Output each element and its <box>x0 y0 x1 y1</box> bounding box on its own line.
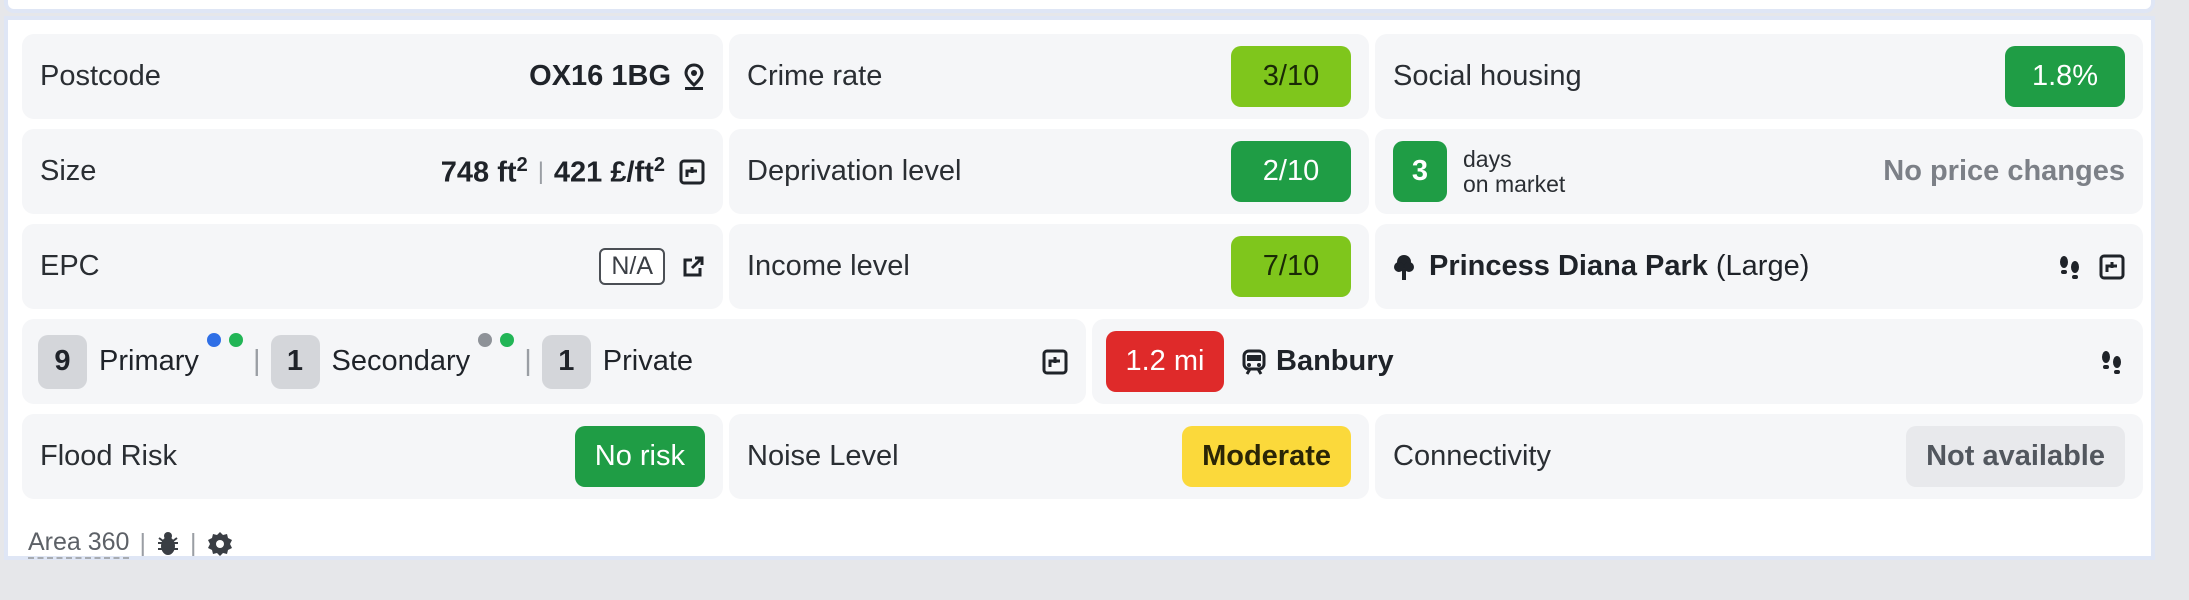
size-card: Size 748 ft2 | 421 £/ft2 <box>22 129 723 214</box>
private-schools-label: Private <box>602 345 694 377</box>
secondary-schools-label: Secondary <box>331 345 471 377</box>
flood-risk-card: Flood Risk No risk <box>22 414 723 499</box>
secondary-dots <box>478 333 515 378</box>
footsteps-icon[interactable] <box>2099 349 2125 375</box>
income-label: Income level <box>747 250 910 282</box>
secondary-schools-count: 1 <box>270 334 320 389</box>
dot-green <box>500 333 515 347</box>
school-separator: | <box>524 345 532 377</box>
connectivity-badge: Not available <box>1906 426 2125 487</box>
area-info-panel: Postcode OX16 1BG Crime rate 3/10 Social… <box>4 16 2155 560</box>
crime-rate-card: Crime rate 3/10 <box>729 34 1369 119</box>
flood-risk-badge: No risk <box>574 426 705 487</box>
park-name: Princess Diana Park <box>1429 250 1708 282</box>
tree-icon <box>1393 253 1415 281</box>
schools-card: 9 Primary | 1 Secondary | 1 Private <box>22 319 1086 404</box>
noise-level-card: Noise Level Moderate <box>729 414 1369 499</box>
floorplan-icon[interactable] <box>2099 254 2125 280</box>
crime-rate-badge: 3/10 <box>1231 46 1351 107</box>
size-price-per-sqft: 421 £/ft2 <box>553 153 665 189</box>
panel-footer: Area 360 | | <box>28 528 234 559</box>
primary-dots <box>206 333 243 378</box>
park-card: Princess Diana Park (Large) <box>1375 224 2143 309</box>
floorplan-icon[interactable] <box>679 159 705 185</box>
primary-schools-label: Primary <box>99 345 199 377</box>
connectivity-label: Connectivity <box>1393 440 1551 472</box>
footer-separator: | <box>139 529 146 557</box>
deprivation-badge: 2/10 <box>1231 141 1351 202</box>
private-schools-count: 1 <box>541 334 591 389</box>
dot-blue <box>206 333 221 347</box>
footsteps-icon[interactable] <box>2057 254 2083 280</box>
noise-level-badge: Moderate <box>1182 426 1351 487</box>
primary-schools-count: 9 <box>38 334 87 389</box>
connectivity-card: Connectivity Not available <box>1375 414 2143 499</box>
dot-grey <box>478 333 493 347</box>
flood-risk-label: Flood Risk <box>40 440 177 472</box>
bug-icon[interactable] <box>156 531 180 557</box>
epc-rating-badge: N/A <box>599 248 665 285</box>
social-housing-card: Social housing 1.8% <box>1375 34 2143 119</box>
park-size: (Large) <box>1715 250 1810 282</box>
days-on-market-badge: 3 <box>1393 141 1447 202</box>
size-label: Size <box>40 155 97 187</box>
income-card: Income level 7/10 <box>729 224 1369 309</box>
size-area: 748 ft2 <box>440 153 528 189</box>
dot-green <box>228 333 243 347</box>
epc-card: EPC N/A <box>22 224 723 309</box>
postcode-value: OX16 1BG <box>529 60 671 92</box>
external-link-icon[interactable] <box>681 255 705 279</box>
deprivation-card: Deprivation level 2/10 <box>729 129 1369 214</box>
size-separator: | <box>537 157 544 185</box>
footer-separator: | <box>189 529 197 557</box>
days-on-market-text: days on market <box>1463 145 1566 197</box>
postcode-card: Postcode OX16 1BG <box>22 34 723 119</box>
crime-rate-label: Crime rate <box>747 60 883 92</box>
station-distance-badge: 1.2 mi <box>1106 331 1224 392</box>
gear-icon[interactable] <box>206 530 234 558</box>
area-360-link[interactable]: Area 360 <box>28 528 130 559</box>
train-icon <box>1242 349 1266 375</box>
postcode-label: Postcode <box>40 60 161 92</box>
floorplan-icon[interactable] <box>1042 349 1068 375</box>
school-separator: | <box>252 345 261 377</box>
income-badge: 7/10 <box>1231 236 1351 297</box>
market-card: 3 days on market No price changes <box>1375 129 2143 214</box>
station-card: 1.2 mi Banbury <box>1092 319 2143 404</box>
epc-label: EPC <box>40 250 100 282</box>
social-housing-label: Social housing <box>1393 60 1582 92</box>
price-changes-status: No price changes <box>1883 155 2125 187</box>
noise-level-label: Noise Level <box>747 440 899 472</box>
deprivation-label: Deprivation level <box>747 155 962 187</box>
social-housing-badge: 1.8% <box>2005 46 2125 107</box>
map-pin-icon[interactable] <box>683 62 705 91</box>
station-name: Banbury <box>1276 345 1394 377</box>
top-panel-edge <box>4 0 2155 13</box>
